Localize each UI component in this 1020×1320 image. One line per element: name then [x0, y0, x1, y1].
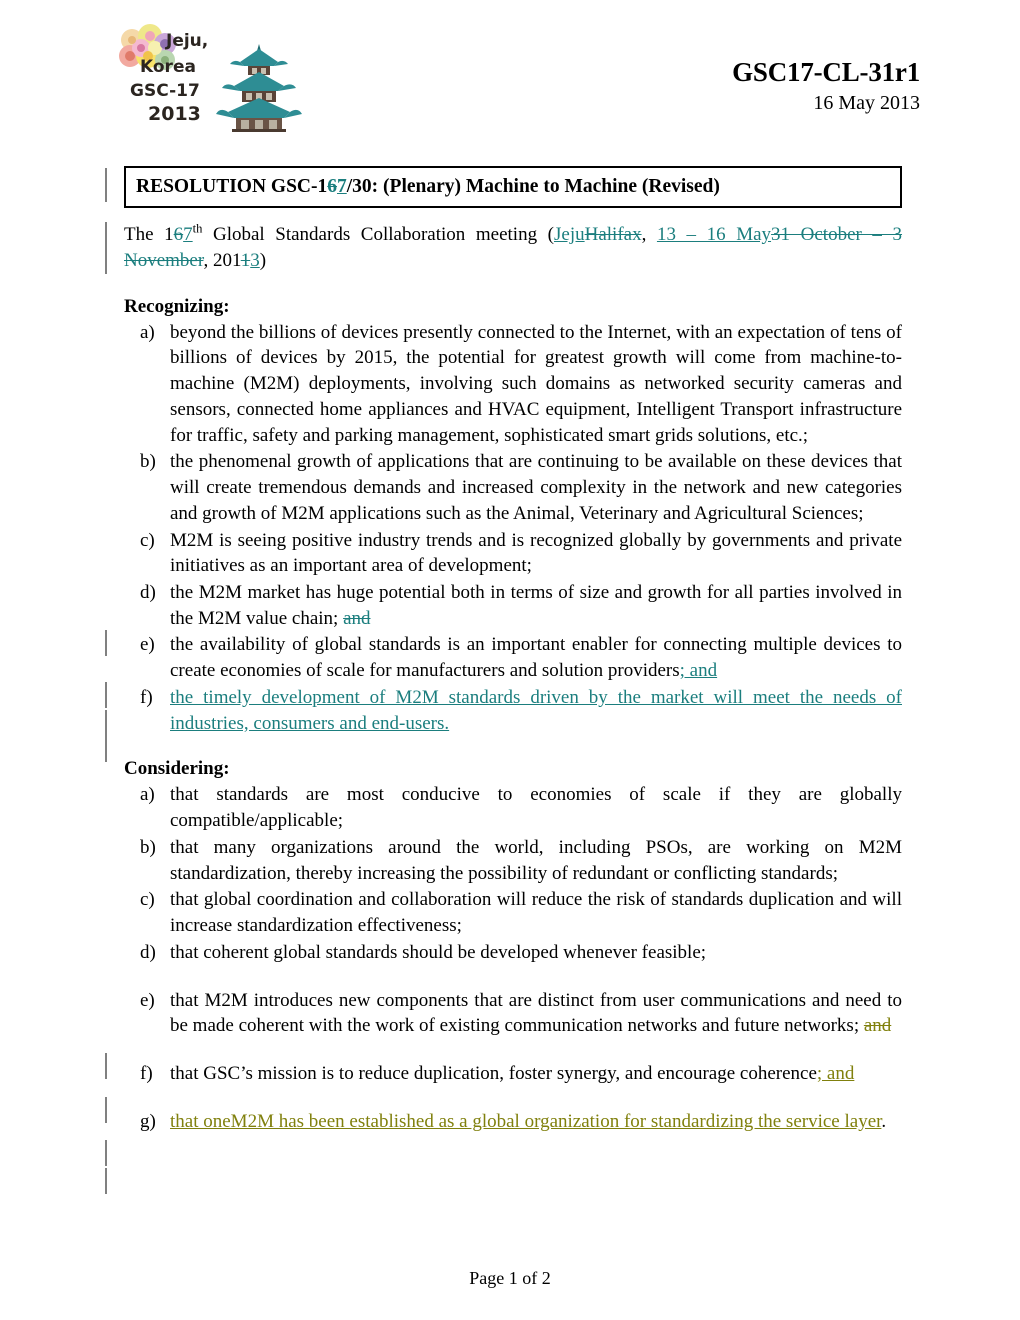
list-marker: f) — [140, 686, 153, 708]
considering-heading: Considering: — [124, 758, 230, 780]
deleted-text: and — [863, 1015, 892, 1037]
list-text: the M2M market has huge potential both i… — [170, 582, 902, 629]
changebar-title — [105, 168, 107, 202]
intro-deleted-year-digit: 1 — [240, 249, 251, 271]
list-item: b) that many organizations around the wor… — [124, 835, 902, 886]
deleted-text: and — [343, 607, 371, 629]
inserted-text-cont: layer — [839, 1110, 882, 1132]
changebar-recognizing-e — [105, 682, 107, 708]
list-marker: c) — [140, 529, 155, 551]
inserted-text: ; and — [679, 660, 718, 682]
list-item: e) that M2M introduces new components tha… — [124, 988, 902, 1039]
list-text: beyond the billions of devices presently… — [170, 321, 902, 446]
list-text: M2M is seeing positive industry trends a… — [170, 529, 902, 577]
trailing-period: . — [881, 1110, 887, 1132]
intro-t5: , 201 — [203, 249, 241, 271]
list-item: e) the availability of global standards i… — [124, 632, 902, 683]
intro-t4: , — [641, 224, 657, 245]
list-text: that many organizations around the world… — [170, 836, 902, 884]
pagoda-icon — [216, 44, 302, 132]
list-marker: g) — [140, 1110, 156, 1132]
intro-ordinal-suffix: th — [192, 221, 203, 236]
list-marker: b) — [140, 451, 156, 473]
list-item: f) the timely development of M2M standard… — [124, 685, 902, 736]
list-text: that GSC’s mission is to reduce duplicat… — [170, 1063, 817, 1085]
page-footer: Page 1 of 2 — [469, 1268, 551, 1288]
changebar-considering-g2 — [105, 1168, 107, 1194]
intro-deleted-city: Halifax — [584, 224, 642, 245]
list-text: that coherent global standards should be… — [170, 941, 707, 963]
list-item: c) M2M is seeing positive industry trends… — [124, 528, 902, 579]
svg-text:Jeju,: Jeju, — [165, 31, 208, 51]
list-item: a) that standards are most conducive to e… — [124, 782, 902, 833]
intro-deleted-num: 6 — [173, 224, 184, 245]
resolution-title-box: RESOLUTION GSC-167/30: (Plenary) Machine… — [124, 166, 902, 209]
document-page: Jeju, Korea GSC-17 2013 GSC17-CL-31r1 16… — [0, 0, 1020, 1320]
list-marker: a) — [140, 784, 155, 806]
svg-text:2013: 2013 — [148, 103, 201, 125]
intro-inserted-city: Jeju — [554, 224, 585, 245]
changebar-considering-f — [105, 1097, 107, 1123]
title-inserted-number: 7 — [337, 176, 347, 197]
changebar-recognizing-d — [105, 630, 107, 656]
list-marker: f) — [140, 1063, 153, 1085]
inserted-text: that oneM2M has been established as a gl… — [170, 1110, 840, 1132]
title-deleted-number: 6 — [327, 176, 337, 197]
list-marker: c) — [140, 889, 155, 911]
document-id: GSC17-CL-31r1 — [732, 57, 920, 87]
svg-text:Korea: Korea — [140, 57, 196, 77]
changebar-recognizing-f — [105, 710, 107, 762]
list-item: c) that global coordination and collabora… — [124, 887, 902, 938]
recognizing-heading: Recognizing: — [124, 295, 230, 317]
intro-paragraph: The 167th Global Standards Collaboration… — [124, 222, 902, 274]
list-text: the phenomenal growth of applications th… — [170, 451, 902, 524]
list-item: d) that coherent global standards should … — [124, 940, 902, 966]
intro-inserted-dates: 13 – 16 May — [656, 224, 772, 245]
list-marker: e) — [140, 989, 155, 1011]
intro-t1: The 1 — [124, 224, 174, 245]
document-date: 16 May 2013 — [813, 91, 920, 114]
list-text: that M2M introduces new components that … — [170, 989, 902, 1037]
page-header: Jeju, Korea GSC-17 2013 GSC17-CL-31r1 16… — [110, 22, 920, 132]
inserted-text: the timely development of M2M standards … — [170, 686, 902, 734]
list-item: g) that oneM2M has been established as a … — [124, 1109, 902, 1135]
svg-text:GSC-17: GSC-17 — [130, 81, 200, 101]
title-prefix: RESOLUTION GSC-1 — [136, 176, 328, 197]
changebar-considering-g — [105, 1140, 107, 1166]
recognizing-list: a) beyond the billions of devices present… — [124, 320, 902, 737]
inserted-text: ; and — [816, 1063, 855, 1085]
document-identifier-block: GSC17-CL-31r1 16 May 2013 — [732, 57, 920, 117]
resolution-title: RESOLUTION GSC-167/30: (Plenary) Machine… — [136, 175, 890, 198]
list-text: the availability of global standards is … — [170, 634, 902, 682]
list-marker: b) — [140, 836, 156, 858]
list-text: that standards are most conducive to eco… — [170, 784, 902, 832]
intro-inserted-num: 7 — [183, 224, 193, 245]
list-marker: e) — [140, 634, 155, 656]
intro-t6: ) — [259, 249, 267, 271]
document-body: The 167th Global Standards Collaboration… — [124, 222, 902, 1134]
intro-inserted-year-digit: 3 — [250, 249, 260, 271]
list-item: a) beyond the billions of devices present… — [124, 320, 902, 449]
list-marker: d) — [140, 582, 156, 603]
list-marker: d) — [140, 941, 156, 963]
list-item: b) the phenomenal growth of applications … — [124, 449, 902, 526]
list-text: that global coordination and collaborati… — [170, 889, 902, 937]
gsc17-logo: Jeju, Korea GSC-17 2013 — [110, 22, 410, 132]
changebar-considering-e — [105, 1053, 107, 1079]
changebar-intro — [105, 222, 107, 274]
title-suffix: /30: (Plenary) Machine to Machine (Revis… — [346, 176, 720, 197]
considering-list: a) that standards are most conducive to e… — [124, 782, 902, 1134]
list-item: d) the M2M market has huge potential both… — [124, 580, 902, 631]
list-item: f) that GSC’s mission is to reduce duplic… — [124, 1061, 902, 1087]
intro-t3: Global Standards Collaboration meeting ( — [202, 224, 554, 245]
list-marker: a) — [140, 321, 155, 343]
